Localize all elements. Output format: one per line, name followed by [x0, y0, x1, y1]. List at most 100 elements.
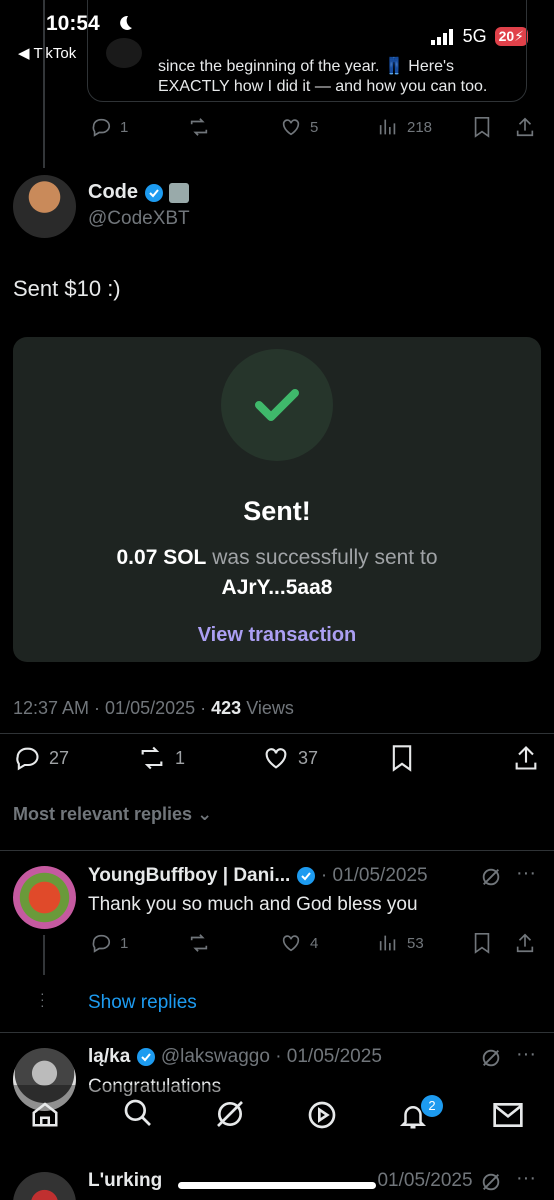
share-button[interactable] [514, 932, 536, 954]
share-icon [516, 933, 534, 953]
reply-count: 27 [49, 747, 70, 768]
tweet-text: Sent $10 :) [13, 276, 121, 301]
search-icon[interactable] [122, 1097, 154, 1129]
divider [0, 850, 554, 851]
divider [0, 1032, 554, 1033]
bookmark-button[interactable] [472, 932, 492, 954]
heart-icon [282, 119, 300, 136]
like-count: 4 [310, 934, 319, 952]
author-name-row[interactable]: Code [88, 181, 190, 204]
bookmark-button[interactable] [390, 744, 414, 772]
reply-count: 1 [120, 934, 129, 952]
home-icon[interactable] [30, 1099, 60, 1129]
back-app-label: TikTok [33, 45, 77, 62]
quoted-actions: 1 5 218 [0, 112, 554, 142]
show-replies-link[interactable]: Show replies [88, 992, 197, 1014]
more-icon[interactable]: ··· [516, 1043, 536, 1066]
messages-icon[interactable] [492, 1101, 524, 1129]
bookmark-icon [474, 117, 490, 138]
share-icon [516, 117, 534, 137]
back-arrow-icon: ◀ [18, 45, 30, 62]
more-icon[interactable]: ··· [516, 862, 536, 885]
repost-icon [190, 118, 208, 136]
more-icon[interactable]: ··· [516, 1167, 536, 1190]
author-handle[interactable]: @CodeXBT [88, 208, 190, 230]
tweet-view-count: 423 [211, 698, 242, 718]
views-icon [379, 935, 396, 951]
grok-icon[interactable] [214, 1098, 246, 1130]
check-icon [255, 389, 299, 421]
repost-button[interactable]: 1 [137, 744, 185, 772]
repost-icon [141, 746, 163, 770]
verified-badge-icon [296, 866, 315, 885]
quoted-avatar [106, 38, 142, 68]
like-button[interactable]: 37 [262, 744, 318, 772]
views-icon [379, 119, 396, 135]
reply-author-name[interactable]: L'urking [88, 1170, 162, 1191]
share-button[interactable] [512, 744, 540, 772]
chevron-down-icon: ⌄ [197, 804, 213, 824]
reply-header: YoungBuffboy | Dani... · 01/05/2025 [88, 865, 428, 887]
like-button[interactable]: 4 [280, 932, 318, 954]
sent-title: Sent! [243, 496, 311, 526]
reply-header: lą/ka @lakswaggo · 01/05/2025 [88, 1046, 382, 1068]
share-button[interactable] [514, 116, 536, 138]
view-transaction-link[interactable]: View transaction [0, 624, 554, 647]
verified-badge-icon [144, 183, 163, 202]
repost-icon [190, 934, 208, 952]
reply-text: Thank you so much and God bless you [88, 894, 418, 915]
reply-button[interactable]: 1 [90, 932, 128, 954]
sent-message: 0.07 SOL was successfully sent to AJrY..… [0, 543, 554, 603]
repost-button[interactable] [188, 116, 210, 138]
affiliate-badge-icon [169, 182, 190, 203]
reply-avatar[interactable] [13, 866, 76, 929]
reply-icon [92, 118, 111, 137]
views-count: 218 [407, 118, 433, 136]
replies-filter-label: Most relevant replies [13, 804, 193, 824]
grok-icon[interactable] [480, 866, 502, 888]
views-button[interactable]: 53 [377, 932, 424, 954]
reply-author-name[interactable]: lą/ka [88, 1046, 130, 1067]
like-count: 5 [310, 118, 319, 136]
quoted-post-text: since the beginning of the year. 👖 Here'… [158, 58, 488, 95]
reply-date: · 01/05/2025 [275, 1046, 382, 1067]
like-button[interactable]: 5 [280, 116, 318, 138]
heart-icon [282, 935, 300, 952]
tweet-timestamp[interactable]: 12:37 AM · 01/05/2025 · [13, 698, 211, 718]
reply-author-name[interactable]: YoungBuffboy | Dani... [88, 865, 290, 886]
divider [0, 733, 554, 734]
author-avatar[interactable] [13, 175, 76, 238]
bookmark-icon [474, 933, 490, 954]
sent-message-text: was successfully sent to [212, 546, 438, 569]
views-button[interactable]: 218 [377, 116, 432, 138]
reply-icon [16, 747, 39, 771]
bookmark-button[interactable] [472, 116, 492, 138]
repost-button[interactable] [188, 932, 210, 954]
sent-address: AJrY...5aa8 [221, 576, 333, 599]
author-name: Code [88, 181, 138, 203]
tweet-meta: 12:37 AM · 01/05/2025 · 423 Views [13, 698, 294, 719]
bottom-nav: 2 [0, 1085, 554, 1155]
share-icon [515, 746, 537, 770]
thread-dots: · · · [40, 985, 45, 1013]
back-to-app[interactable]: ◀ TikTok [18, 44, 76, 62]
success-circle [221, 349, 333, 461]
communities-icon[interactable] [306, 1099, 338, 1131]
grok-icon[interactable] [480, 1047, 502, 1069]
reply-avatar[interactable] [13, 1172, 76, 1200]
reply-actions: 1 4 53 [0, 928, 554, 958]
replies-filter[interactable]: Most relevant replies ⌄ [13, 804, 212, 825]
views-count: 53 [407, 934, 424, 952]
reply-button[interactable]: 1 [90, 116, 128, 138]
tweet-views-label: Views [241, 698, 294, 718]
reply-count: 1 [120, 118, 129, 136]
tweet-actions: 27 1 37 [0, 742, 554, 774]
reply-date: 01/05/2025 [377, 1170, 473, 1191]
heart-icon [265, 748, 287, 769]
verified-badge-icon [136, 1047, 155, 1066]
grok-icon[interactable] [480, 1171, 502, 1193]
reply-button[interactable]: 27 [13, 744, 69, 772]
home-indicator[interactable] [178, 1182, 376, 1189]
sent-amount: 0.07 SOL [116, 546, 207, 569]
repost-count: 1 [175, 747, 186, 768]
